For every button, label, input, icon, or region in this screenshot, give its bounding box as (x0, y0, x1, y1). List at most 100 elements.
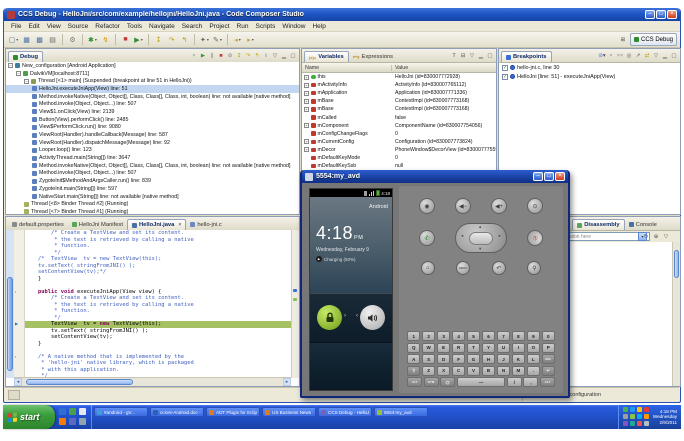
maximize-button[interactable]: □ (656, 10, 666, 19)
dpad-up-icon[interactable]: ▴ (479, 224, 481, 230)
key-4[interactable]: 4 (451, 331, 466, 341)
stack-frame-row[interactable]: View$1.onClick(View) line: 2139 (6, 108, 299, 116)
variable-row[interactable]: mConfigChangeFlags 0 (302, 130, 496, 138)
call-button[interactable]: ✆ (419, 230, 435, 246)
key-h[interactable]: H (481, 354, 496, 364)
taskbar-task-ccs-debug-hellojni-[interactable]: CCS Debug - HelloJni... (318, 407, 372, 417)
dpad-left-icon[interactable]: ◂ (461, 233, 463, 239)
editor-overview-ruler[interactable] (291, 230, 299, 378)
end-call-button[interactable]: ✆ (523, 226, 547, 250)
breakpoint-marker[interactable]: ▶ (15, 321, 22, 328)
dpad-center-button[interactable] (469, 232, 493, 245)
show-type-icon[interactable]: T (450, 52, 458, 60)
key-t[interactable]: T (466, 342, 481, 353)
thread-row[interactable]: − Thread [<1> main] (Suspended (breakpoin… (6, 77, 299, 85)
tab-breakpoints[interactable]: Breakpoints (501, 51, 552, 62)
stack-frame-row[interactable]: Method.invokeNative(Object, Object[], Cl… (6, 162, 299, 170)
view-menu-icon[interactable]: ▽ (652, 52, 660, 60)
key-n[interactable]: N (496, 365, 511, 376)
goto-file-icon[interactable]: ↗ (634, 52, 642, 60)
variable-row[interactable]: mDefaultKeyMode 0 (302, 154, 496, 162)
minimize-icon[interactable]: ▁ (280, 52, 288, 60)
key-/[interactable]: / (506, 377, 522, 387)
key-c[interactable]: C (451, 365, 466, 376)
stack-frame-row[interactable]: Looper.loop() line: 123 (6, 147, 299, 155)
back-button[interactable]: ↶ (491, 261, 506, 275)
breakpoint-checkbox[interactable]: ✓ (502, 64, 508, 71)
dpad-down-icon[interactable]: ▾ (479, 246, 481, 252)
menu-tools[interactable]: Tools (124, 23, 145, 30)
step-over-icon[interactable]: ↷ (166, 34, 177, 45)
stack-frame-row[interactable]: HelloJni.executeJniApp(View) line: 51 (6, 85, 299, 93)
quicklaunch-icon-2[interactable] (69, 408, 76, 415)
annotation-icon[interactable]: ✎ ▾ (212, 34, 223, 45)
key-z[interactable]: Z (421, 365, 436, 376)
menu-source[interactable]: Source (65, 23, 92, 30)
key-l[interactable]: L (526, 354, 541, 364)
key-sym[interactable]: SYM (423, 377, 439, 387)
column-name[interactable]: Name (302, 64, 392, 71)
tab-console[interactable]: Console (625, 219, 661, 230)
step-into-icon[interactable]: ↧ (153, 34, 164, 45)
tab-hellojni-manifest[interactable]: HelloJni Manifest (68, 219, 127, 230)
key-alt[interactable]: ALT (407, 377, 423, 387)
build-icon[interactable]: ⚙ (67, 34, 78, 45)
tab-variables[interactable]: (x)= Variables (304, 51, 349, 62)
variable-row[interactable]: + mBase ContextImpl (id=830007773168) (302, 105, 496, 113)
maximize-icon[interactable]: ▢ (670, 52, 678, 60)
start-button[interactable]: start (3, 405, 55, 429)
scroll-left-arrow[interactable]: ◂ (14, 378, 22, 386)
save-icon[interactable]: ▦ (21, 34, 32, 45)
key-i[interactable]: I (511, 342, 526, 353)
key-alt[interactable]: ALT (539, 377, 555, 387)
tray-icon-9[interactable] (622, 421, 628, 426)
key-5[interactable]: 5 (466, 331, 481, 341)
tab-disassembly[interactable]: Disassembly (572, 219, 625, 230)
ide-titlebar[interactable]: CCS Debug - HelloJni/src/com/example/hel… (4, 8, 680, 21)
key-g[interactable]: G (466, 354, 481, 364)
key-r[interactable]: R (451, 342, 466, 353)
stack-frame-row[interactable]: Method.invokeNative(Object, Object[], Cl… (6, 93, 299, 101)
key-m[interactable]: M (511, 365, 526, 376)
variable-row[interactable]: + mActivityInfo ActivityInfo (id=830007765… (302, 81, 496, 89)
back-icon[interactable]: ◂ ▾ (232, 34, 243, 45)
menu-search[interactable]: Search (179, 23, 206, 30)
key-j[interactable]: J (496, 354, 511, 364)
sound-slider[interactable] (360, 305, 385, 330)
stack-frame-row[interactable]: Method.invoke(Object, Object...) line: 5… (6, 170, 299, 178)
forward-icon[interactable]: ▸ ▾ (245, 34, 256, 45)
key-d[interactable]: D (436, 354, 451, 364)
stack-frame-row[interactable]: Button(View).performClick() line: 2485 (6, 116, 299, 124)
stack-frame-row[interactable]: NativeStart.main(String[]) line: not ava… (6, 193, 299, 201)
home-button[interactable]: ⌂ (420, 261, 435, 275)
view-menu-icon[interactable]: ▽ (468, 52, 476, 60)
variable-row[interactable]: + this HelloJni (id=830007772928) (302, 73, 496, 81)
editor-hscrollbar[interactable]: ◂ ▸ (14, 377, 291, 386)
key-v[interactable]: V (466, 365, 481, 376)
key-s[interactable]: S (421, 354, 436, 364)
tray-icon-7[interactable] (636, 414, 642, 419)
tray-icon-3[interactable] (636, 407, 642, 412)
tree-expander[interactable]: − (16, 71, 21, 77)
phone-screen[interactable]: 4:18 Android 4:18PM Wednesday, February … (309, 188, 393, 391)
taskbar-task-us-business-news-l-[interactable]: US Business News - L... (262, 407, 316, 417)
step-over-icon[interactable]: ↷ (244, 52, 252, 60)
run-icon[interactable]: ▶ ▾ (133, 34, 144, 45)
open-perspective-icon[interactable]: ⊞ (619, 36, 627, 44)
search-button[interactable]: ⚲ (527, 261, 542, 275)
thread-row[interactable]: Thread [<8> Binder Thread #2] (Running) (6, 200, 299, 208)
menu-view[interactable]: View (44, 23, 64, 30)
key-u[interactable]: U (496, 342, 511, 353)
instruction-stepping-icon[interactable]: i (262, 52, 270, 60)
key-k[interactable]: K (511, 354, 526, 364)
power-button[interactable]: ⊙ (527, 198, 543, 214)
step-return-icon[interactable]: ↰ (179, 34, 190, 45)
tray-icon-4[interactable] (643, 407, 649, 412)
taskbar-task-ccsv5-android-doc-[interactable]: ccsv5-Android.doc -... (150, 407, 204, 417)
emulator-maximize-button[interactable]: □ (544, 172, 554, 181)
emulator-close-button[interactable]: × (555, 172, 565, 181)
taskbar-task--android-gv-[interactable]: #android - gV... (94, 407, 148, 417)
key-1[interactable]: 1 (407, 331, 421, 341)
key-,[interactable]: , (523, 377, 539, 387)
menu-navigate[interactable]: Navigate (146, 23, 178, 30)
